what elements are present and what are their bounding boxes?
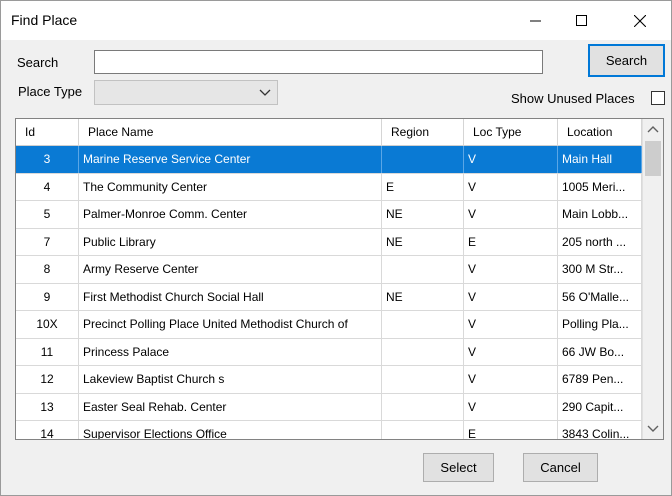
header-id[interactable]: Id bbox=[16, 119, 79, 146]
minimize-button[interactable] bbox=[513, 1, 559, 40]
cell-place-name: Lakeview Baptist Church s bbox=[79, 366, 382, 393]
cell-region bbox=[382, 421, 464, 439]
header-place-name[interactable]: Place Name bbox=[79, 119, 382, 146]
search-input[interactable] bbox=[94, 50, 543, 74]
window-title: Find Place bbox=[11, 12, 78, 28]
title-bar: Find Place bbox=[1, 1, 671, 40]
places-grid: Id Place Name Region Loc Type Location 3… bbox=[15, 118, 664, 440]
cell-region: E bbox=[382, 173, 464, 201]
chevron-down-icon bbox=[259, 89, 271, 96]
cell-place-name: Army Reserve Center bbox=[79, 256, 382, 283]
cell-location: 1005 Meri... bbox=[558, 173, 642, 201]
scroll-down-icon bbox=[647, 425, 659, 432]
cell-id: 5 bbox=[16, 201, 79, 228]
cell-id: 11 bbox=[16, 338, 79, 366]
table-row[interactable]: 12 Lakeview Baptist Church s V 6789 Pen.… bbox=[16, 366, 642, 394]
cell-id: 8 bbox=[16, 256, 79, 283]
cell-id: 7 bbox=[16, 228, 79, 256]
cell-place-name: Precinct Polling Place United Methodist … bbox=[79, 311, 382, 338]
cell-location: 290 Capit... bbox=[558, 393, 642, 421]
table-row[interactable]: 10X Precinct Polling Place United Method… bbox=[16, 311, 642, 339]
cell-location: 300 M Str... bbox=[558, 256, 642, 283]
show-unused-checkbox[interactable] bbox=[651, 91, 665, 105]
place-type-label: Place Type bbox=[18, 84, 83, 99]
cell-loc-type: V bbox=[464, 283, 558, 311]
cell-id: 13 bbox=[16, 393, 79, 421]
cell-location: 6789 Pen... bbox=[558, 366, 642, 393]
cell-place-name: Palmer-Monroe Comm. Center bbox=[79, 201, 382, 228]
scroll-up-icon bbox=[647, 126, 659, 133]
cell-region: NE bbox=[382, 201, 464, 228]
cell-loc-type: E bbox=[464, 228, 558, 256]
cell-loc-type: V bbox=[464, 366, 558, 393]
cell-place-name: Supervisor Elections Office bbox=[79, 421, 382, 439]
place-type-select[interactable] bbox=[94, 80, 278, 105]
table-row[interactable]: 14 Supervisor Elections Office E 3843 Co… bbox=[16, 421, 642, 439]
cell-place-name: Easter Seal Rehab. Center bbox=[79, 393, 382, 421]
minimize-icon bbox=[530, 20, 541, 21]
search-label: Search bbox=[17, 55, 59, 70]
cell-id: 14 bbox=[16, 421, 79, 439]
table-row[interactable]: 11 Princess Palace V 66 JW Bo... bbox=[16, 338, 642, 366]
cell-region bbox=[382, 256, 464, 283]
close-button[interactable] bbox=[617, 1, 663, 40]
cell-id: 12 bbox=[16, 366, 79, 393]
cell-location: Polling Pla... bbox=[558, 311, 642, 338]
show-unused-label: Show Unused Places bbox=[511, 91, 635, 106]
find-place-dialog: Find Place Search Search Place Type Show… bbox=[0, 0, 672, 496]
cell-loc-type: V bbox=[464, 201, 558, 228]
table-row[interactable]: 8 Army Reserve Center V 300 M Str... bbox=[16, 256, 642, 284]
cell-region bbox=[382, 366, 464, 393]
cell-id: 10X bbox=[16, 311, 79, 338]
table-row[interactable]: 9 First Methodist Church Social Hall NE … bbox=[16, 283, 642, 311]
cell-region bbox=[382, 146, 464, 173]
cell-loc-type: V bbox=[464, 256, 558, 283]
table-row[interactable]: 3 Marine Reserve Service Center V Main H… bbox=[16, 146, 642, 174]
cell-loc-type: V bbox=[464, 146, 558, 173]
header-location[interactable]: Location bbox=[558, 119, 642, 146]
cell-region bbox=[382, 393, 464, 421]
select-button[interactable]: Select bbox=[423, 453, 494, 482]
cell-region: NE bbox=[382, 228, 464, 256]
cell-loc-type: V bbox=[464, 311, 558, 338]
table-row[interactable]: 7 Public Library NE E 205 north ... bbox=[16, 228, 642, 256]
cell-location: 66 JW Bo... bbox=[558, 338, 642, 366]
cell-location: 3843 Colin... bbox=[558, 421, 642, 439]
maximize-icon bbox=[576, 14, 587, 26]
cell-loc-type: E bbox=[464, 421, 558, 439]
scrollbar-thumb[interactable] bbox=[645, 141, 661, 176]
cancel-button[interactable]: Cancel bbox=[523, 453, 598, 482]
cell-location: 56 O'Malle... bbox=[558, 283, 642, 311]
close-icon bbox=[634, 14, 646, 27]
cell-place-name: The Community Center bbox=[79, 173, 382, 201]
header-region[interactable]: Region bbox=[382, 119, 464, 146]
vertical-scrollbar[interactable] bbox=[642, 119, 663, 439]
table-row[interactable]: 5 Palmer-Monroe Comm. Center NE V Main L… bbox=[16, 201, 642, 229]
cell-region bbox=[382, 311, 464, 338]
cell-location: 205 north ... bbox=[558, 228, 642, 256]
cell-loc-type: V bbox=[464, 173, 558, 201]
cell-loc-type: V bbox=[464, 338, 558, 366]
table-row[interactable]: 4 The Community Center E V 1005 Meri... bbox=[16, 173, 642, 201]
table-row[interactable]: 13 Easter Seal Rehab. Center V 290 Capit… bbox=[16, 393, 642, 421]
search-button[interactable]: Search bbox=[588, 44, 665, 77]
grid-header: Id Place Name Region Loc Type Location bbox=[16, 119, 642, 146]
cell-region: NE bbox=[382, 283, 464, 311]
cell-location: Main Lobb... bbox=[558, 201, 642, 228]
maximize-button[interactable] bbox=[559, 1, 605, 40]
header-loc-type[interactable]: Loc Type bbox=[464, 119, 558, 146]
cell-location: Main Hall bbox=[558, 146, 642, 173]
cell-loc-type: V bbox=[464, 393, 558, 421]
cell-id: 4 bbox=[16, 173, 79, 201]
cell-id: 9 bbox=[16, 283, 79, 311]
cell-id: 3 bbox=[16, 146, 79, 173]
cell-region bbox=[382, 338, 464, 366]
cell-place-name: Marine Reserve Service Center bbox=[79, 146, 382, 173]
cell-place-name: Public Library bbox=[79, 228, 382, 256]
cell-place-name: Princess Palace bbox=[79, 338, 382, 366]
cell-place-name: First Methodist Church Social Hall bbox=[79, 283, 382, 311]
